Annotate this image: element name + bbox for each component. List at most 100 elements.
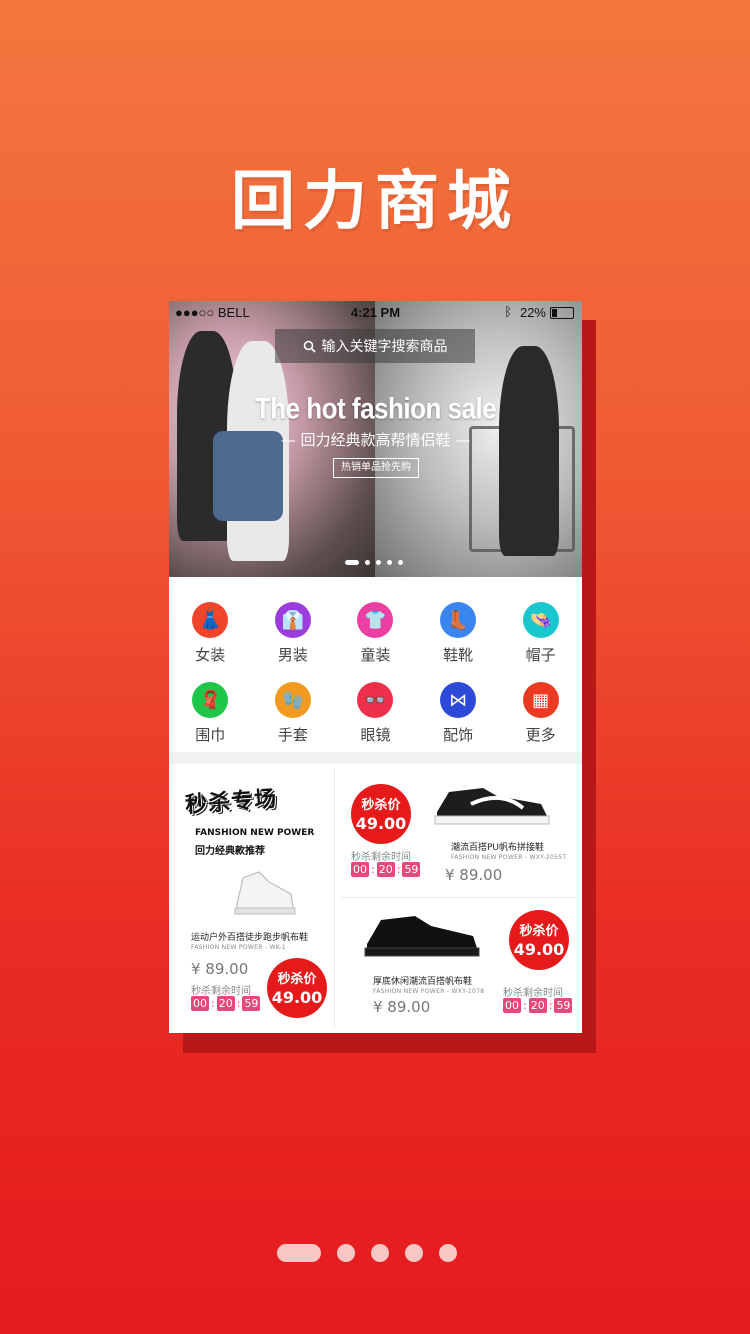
carousel-dot[interactable] xyxy=(365,560,370,565)
countdown-timer: 00: 20: 59 xyxy=(503,998,573,1013)
pager-dot-active[interactable] xyxy=(277,1244,321,1262)
category-label: 手套 xyxy=(277,726,308,744)
countdown-label: 秒杀剩余时间 xyxy=(191,986,251,997)
countdown-colon: : xyxy=(523,999,527,1012)
app-title: 回力商城 xyxy=(231,165,519,239)
countdown-hours: 00 xyxy=(503,998,521,1013)
countdown-label: 秒杀剩余时间 xyxy=(503,988,563,999)
category-label: 配饰 xyxy=(443,726,474,744)
category-scarves[interactable]: 🧣 围巾 xyxy=(169,668,252,748)
search-bar[interactable]: 输入关键字搜索商品 xyxy=(275,329,475,363)
battery-icon xyxy=(550,307,574,319)
category-label: 眼镜 xyxy=(360,726,391,744)
flash-price-badge: 秒杀价 49.00 xyxy=(509,910,569,970)
category-more[interactable]: ▦ 更多 xyxy=(499,668,582,748)
flash-sale-section: 秒杀专场 FANSHION NEW POWER 回力经典款推荐 运动户外百搭徒步… xyxy=(169,764,582,1033)
tie-icon: ⋈ xyxy=(440,682,477,718)
countdown-minutes: 20 xyxy=(216,996,235,1011)
countdown-label: 秒杀剩余时间 xyxy=(351,852,411,863)
search-placeholder: 输入关键字搜索商品 xyxy=(321,339,448,355)
black-canvas-shoe-image xyxy=(364,916,480,957)
countdown-colon: : xyxy=(371,863,375,876)
onboarding-pager[interactable] xyxy=(277,1244,457,1262)
banner-shop-button[interactable]: 热销单品抢先购 xyxy=(333,458,419,478)
flash-price-badge: 秒杀价 49.00 xyxy=(351,784,411,844)
category-label: 女装 xyxy=(195,646,226,664)
more-grid-icon: ▦ xyxy=(522,682,559,718)
kids-shirt-icon: 👕 xyxy=(357,602,394,638)
pager-dot[interactable] xyxy=(439,1244,457,1262)
badge-price: 49.00 xyxy=(355,814,407,833)
badge-price: 49.00 xyxy=(513,940,565,959)
countdown-seconds: 59 xyxy=(242,996,261,1011)
countdown-colon: : xyxy=(211,997,215,1010)
category-gloves[interactable]: 🧤 手套 xyxy=(252,668,335,748)
black-white-sneaker-image xyxy=(434,788,550,825)
carousel-dot[interactable] xyxy=(398,560,403,565)
category-label: 围巾 xyxy=(195,726,226,744)
countdown-timer: 00: 20: 59 xyxy=(351,862,421,877)
countdown-hours: 00 xyxy=(351,862,369,877)
boot-icon: 👢 xyxy=(440,602,477,638)
banner-headline: The hot fashion sale xyxy=(254,390,497,426)
category-grid: 👗 女装 👔 男装 👕 童装 👢 鞋靴 👒 帽子 🧣 围巾 🧤 手套 👓 眼镜 … xyxy=(169,588,582,748)
category-label: 鞋靴 xyxy=(443,646,474,664)
banner-dots[interactable] xyxy=(345,560,403,565)
countdown-colon: : xyxy=(548,999,553,1012)
product-price: ¥ 89.00 xyxy=(191,960,249,978)
category-glasses[interactable]: 👓 眼镜 xyxy=(334,668,417,748)
carousel-dot[interactable] xyxy=(376,560,381,565)
countdown-minutes: 20 xyxy=(528,998,547,1013)
product-code: FASHION NEW POWER - WXY-2055T xyxy=(451,854,567,861)
countdown-hours: 00 xyxy=(191,996,209,1011)
product-name: 潮流百搭PU帆布拼接鞋 xyxy=(451,843,545,853)
shirt-icon: 👔 xyxy=(274,602,311,638)
scarf-icon: 🧣 xyxy=(192,682,229,718)
carousel-dot[interactable] xyxy=(387,560,392,565)
category-hats[interactable]: 👒 帽子 xyxy=(499,588,582,668)
category-label: 帽子 xyxy=(525,646,556,664)
product-price: ¥ 89.00 xyxy=(445,866,503,884)
countdown-seconds: 59 xyxy=(402,862,421,877)
countdown-colon: : xyxy=(236,997,241,1010)
brand-english: FANSHION NEW POWER xyxy=(195,828,315,838)
phone-screen: ●●●○○ BELL 4:21 PM ᛒ 22% 输入关键字搜索商品 The h… xyxy=(169,301,582,1033)
carousel-dot-active[interactable] xyxy=(345,560,359,565)
category-shoes[interactable]: 👢 鞋靴 xyxy=(417,588,500,668)
category-men[interactable]: 👔 男装 xyxy=(252,588,335,668)
badge-title: 秒杀价 xyxy=(277,972,317,987)
divider xyxy=(334,768,335,1028)
divider xyxy=(341,897,577,898)
product-price: ¥ 89.00 xyxy=(373,998,431,1016)
category-label: 童装 xyxy=(360,646,391,664)
brand-chinese: 回力经典款推荐 xyxy=(195,846,265,857)
pager-dot[interactable] xyxy=(337,1244,355,1262)
countdown-seconds: 59 xyxy=(554,998,573,1013)
badge-title: 秒杀价 xyxy=(519,924,559,939)
glasses-icon: 👓 xyxy=(357,682,394,718)
badge-title: 秒杀价 xyxy=(361,798,401,813)
category-women[interactable]: 👗 女装 xyxy=(169,588,252,668)
pager-dot[interactable] xyxy=(371,1244,389,1262)
product-name: 厚底休闲潮流百搭帆布鞋 xyxy=(373,977,473,987)
glove-icon: 🧤 xyxy=(274,682,311,718)
category-label: 男装 xyxy=(277,646,308,664)
model-figure xyxy=(499,346,559,556)
status-bar: ●●●○○ BELL 4:21 PM ᛒ 22% xyxy=(169,301,582,323)
bluetooth-icon: ᛒ xyxy=(504,304,512,319)
category-accessories[interactable]: ⋈ 配饰 xyxy=(417,668,500,748)
pager-dot[interactable] xyxy=(405,1244,423,1262)
dress-icon: 👗 xyxy=(192,602,229,638)
category-kids[interactable]: 👕 童装 xyxy=(334,588,417,668)
flash-sale-logo: 秒杀专场 xyxy=(184,786,278,819)
product-code: FASHION NEW POWER - WK-1 xyxy=(191,944,286,951)
flash-price-badge: 秒杀价 49.00 xyxy=(267,958,327,1018)
banner-carousel[interactable]: ●●●○○ BELL 4:21 PM ᛒ 22% 输入关键字搜索商品 The h… xyxy=(169,301,582,577)
product-code: FASHION NEW POWER - WXY-1078 xyxy=(373,988,485,995)
category-label: 更多 xyxy=(525,726,556,744)
countdown-colon: : xyxy=(396,863,401,876)
white-sneaker-image xyxy=(234,871,296,915)
search-icon xyxy=(303,340,316,353)
banner-subtitle: — 回力经典款高帮情侣鞋 — xyxy=(280,431,471,449)
countdown-minutes: 20 xyxy=(376,862,395,877)
